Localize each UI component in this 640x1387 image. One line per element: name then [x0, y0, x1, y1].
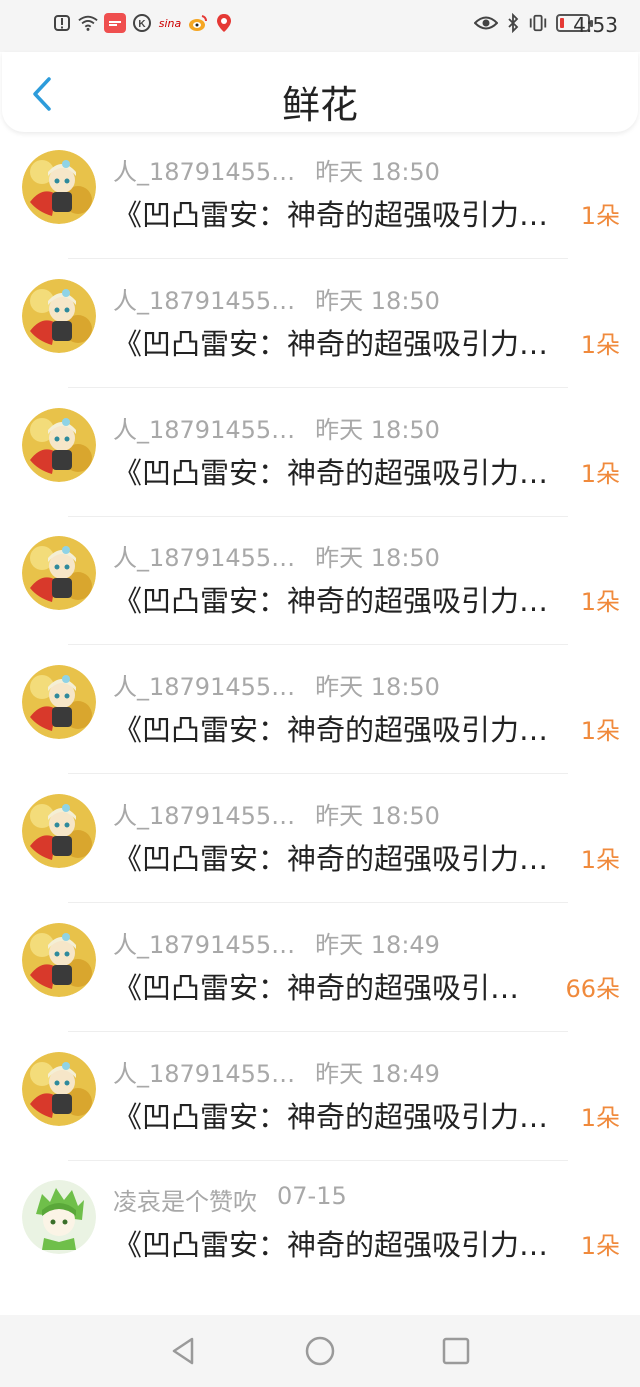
flower-count: 1朵: [580, 717, 620, 745]
list-item[interactable]: 人_18791455… 昨天 18:50 《凹凸雷安：神奇的超强吸引力… 1朵: [0, 645, 640, 774]
item-time: 昨天 18:50: [315, 544, 440, 572]
item-title[interactable]: 《凹凸雷安：神奇的超强吸引…: [113, 965, 551, 1007]
list-item[interactable]: 凌哀是个赞吹 07-15 《凹凸雷安：神奇的超强吸引力… 1朵: [0, 1160, 640, 1289]
user-name[interactable]: 人_18791455…: [113, 667, 295, 702]
user-name[interactable]: 人_18791455…: [113, 152, 295, 187]
flower-count: 1朵: [580, 460, 620, 488]
flower-count: 1朵: [580, 588, 620, 616]
avatar[interactable]: [22, 1180, 96, 1254]
wifi-icon: [78, 13, 98, 33]
list-item[interactable]: 人_18791455… 昨天 18:49 《凹凸雷安：神奇的超强吸引… 66朵: [0, 903, 640, 1032]
nav-back-icon[interactable]: [168, 1335, 200, 1367]
item-title[interactable]: 《凹凸雷安：神奇的超强吸引力…: [113, 836, 581, 878]
item-time: 07-15: [277, 1182, 347, 1210]
user-name[interactable]: 人_18791455…: [113, 925, 295, 960]
user-name[interactable]: 凌哀是个赞吹: [113, 1182, 257, 1217]
item-meta: 人_18791455… 昨天 18:50: [113, 410, 440, 445]
flower-count: 1朵: [580, 1104, 620, 1132]
item-meta: 人_18791455… 昨天 18:49: [113, 1054, 440, 1089]
flower-count: 1朵: [580, 202, 620, 230]
flower-count: 1朵: [580, 1232, 620, 1260]
user-name[interactable]: 人_18791455…: [113, 410, 295, 445]
map-pin-icon: [214, 13, 234, 33]
nav-home-icon[interactable]: [304, 1335, 336, 1367]
nav-recents-icon[interactable]: [440, 1335, 472, 1367]
status-bar: K sina 4:53: [0, 0, 640, 52]
vibrate-icon: [528, 13, 548, 33]
list-item[interactable]: 人_18791455… 昨天 18:50 《凹凸雷安：神奇的超强吸引力… 1朵: [0, 516, 640, 645]
avatar[interactable]: [22, 279, 96, 353]
user-name[interactable]: 人_18791455…: [113, 538, 295, 573]
item-meta: 凌哀是个赞吹 07-15: [113, 1182, 347, 1217]
item-title[interactable]: 《凹凸雷安：神奇的超强吸引力…: [113, 1222, 581, 1264]
bluetooth-icon: [506, 13, 520, 33]
item-meta: 人_18791455… 昨天 18:49: [113, 925, 440, 960]
avatar[interactable]: [22, 923, 96, 997]
item-title[interactable]: 《凹凸雷安：神奇的超强吸引力…: [113, 321, 581, 363]
list-item[interactable]: 人_18791455… 昨天 18:50 《凹凸雷安：神奇的超强吸引力… 1朵: [0, 259, 640, 388]
flower-count: 1朵: [580, 331, 620, 359]
item-time: 昨天 18:49: [315, 1060, 440, 1088]
eye-icon: [474, 13, 498, 33]
weibo-icon: [188, 13, 208, 33]
status-icons-left: K sina: [52, 13, 234, 33]
item-meta: 人_18791455… 昨天 18:50: [113, 667, 440, 702]
k-app-icon: K: [132, 13, 152, 33]
avatar[interactable]: [22, 1052, 96, 1126]
avatar[interactable]: [22, 408, 96, 482]
app-notification-icon: [104, 13, 126, 33]
item-time: 昨天 18:50: [315, 416, 440, 444]
page-title: 鲜花: [281, 83, 358, 127]
navigation-bar: [0, 1315, 640, 1387]
item-title[interactable]: 《凹凸雷安：神奇的超强吸引力…: [113, 1094, 581, 1136]
sina-icon: sina: [158, 16, 182, 30]
item-meta: 人_18791455… 昨天 18:50: [113, 538, 440, 573]
item-time: 昨天 18:50: [315, 287, 440, 315]
item-title[interactable]: 《凹凸雷安：神奇的超强吸引力…: [113, 192, 581, 234]
item-time: 昨天 18:50: [315, 158, 440, 186]
list-item[interactable]: 人_18791455… 昨天 18:50 《凹凸雷安：神奇的超强吸引力… 1朵: [0, 388, 640, 517]
avatar[interactable]: [22, 536, 96, 610]
item-title[interactable]: 《凹凸雷安：神奇的超强吸引力…: [113, 707, 581, 749]
item-time: 昨天 18:50: [315, 673, 440, 701]
item-time: 昨天 18:50: [315, 802, 440, 830]
svg-text:K: K: [138, 19, 146, 30]
flower-count: 1朵: [580, 846, 620, 874]
user-name[interactable]: 人_18791455…: [113, 281, 295, 316]
avatar[interactable]: [22, 665, 96, 739]
list-item[interactable]: 人_18791455… 昨天 18:50 《凹凸雷安：神奇的超强吸引力… 1朵: [0, 774, 640, 903]
list-item[interactable]: 人_18791455… 昨天 18:49 《凹凸雷安：神奇的超强吸引力… 1朵: [0, 1032, 640, 1161]
user-name[interactable]: 人_18791455…: [113, 796, 295, 831]
status-time: 4:53: [573, 13, 618, 37]
item-title[interactable]: 《凹凸雷安：神奇的超强吸引力…: [113, 578, 581, 620]
list-item[interactable]: 人_18791455… 昨天 18:50 《凹凸雷安：神奇的超强吸引力… 1朵: [0, 130, 640, 259]
item-meta: 人_18791455… 昨天 18:50: [113, 796, 440, 831]
flower-count: 66朵: [565, 975, 620, 1003]
item-meta: 人_18791455… 昨天 18:50: [113, 281, 440, 316]
flower-list[interactable]: 《凹凸雷安：神奇的超强吸引力…1朵人_18791455…昨天 18:50《凹凸雷…: [0, 52, 640, 1315]
header: 鲜花: [2, 52, 638, 132]
avatar[interactable]: [22, 794, 96, 868]
alert-icon: [52, 13, 72, 33]
user-name[interactable]: 人_18791455…: [113, 1054, 295, 1089]
item-meta: 人_18791455… 昨天 18:50: [113, 152, 440, 187]
item-time: 昨天 18:49: [315, 931, 440, 959]
item-title[interactable]: 《凹凸雷安：神奇的超强吸引力…: [113, 450, 581, 492]
avatar[interactable]: [22, 150, 96, 224]
